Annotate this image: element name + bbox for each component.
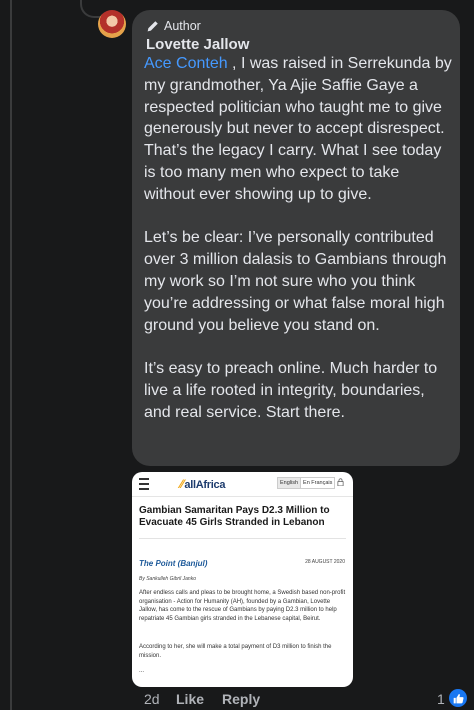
author-name[interactable]: Lovette Jallow [146,36,249,53]
reply-button[interactable]: Reply [222,691,260,707]
thread-line [10,0,12,710]
attached-image[interactable]: ⁄⁄allAfrica English En Français Gambian … [132,472,353,687]
thumbs-up-icon [453,693,464,703]
article-header: ⁄⁄allAfrica English En Français [132,472,353,497]
divider [139,538,346,539]
pencil-icon [147,20,158,31]
author-badge: Author [146,18,201,34]
comment-paragraph-2: Let’s be clear: I’ve personally contribu… [144,229,447,334]
lang-english: English [278,478,302,488]
article-ellipsis: ... [139,668,145,674]
author-badge-label: Author [164,19,201,33]
article-byline: By Sankulleh Gibril Janko [139,576,196,582]
hamburger-menu-icon [139,478,149,490]
comment-paragraph-1: , I was raised in Serrekunda by my grand… [144,55,452,203]
article-paragraph-1: After endless calls and pleas to be brou… [139,590,346,622]
site-logo: ⁄⁄allAfrica [180,477,226,491]
comment-actions: 2d Like Reply [144,691,260,707]
comment-timestamp[interactable]: 2d [144,691,176,707]
reaction-count[interactable]: 1 [437,691,445,707]
article-headline: Gambian Samaritan Pays D2.3 Million to E… [139,505,330,528]
comment-paragraph-3: It’s easy to preach online. Much harder … [144,360,438,421]
article-source: The Point (Banjul) [139,559,208,568]
language-switch: English En Français [277,477,336,489]
avatar[interactable] [98,10,126,38]
article-date: 28 AUGUST 2020 [305,559,345,565]
thread-connector [80,0,102,18]
comment-body: Ace Conteh , I was raised in Serrekunda … [144,53,454,424]
article-paragraph-2: According to her, she will make a total … [139,644,332,659]
lock-icon [337,478,344,486]
mention-link[interactable]: Ace Conteh [144,55,228,72]
like-button[interactable]: Like [176,691,222,707]
lang-french: En Français [303,480,333,486]
like-reaction[interactable] [449,689,467,707]
